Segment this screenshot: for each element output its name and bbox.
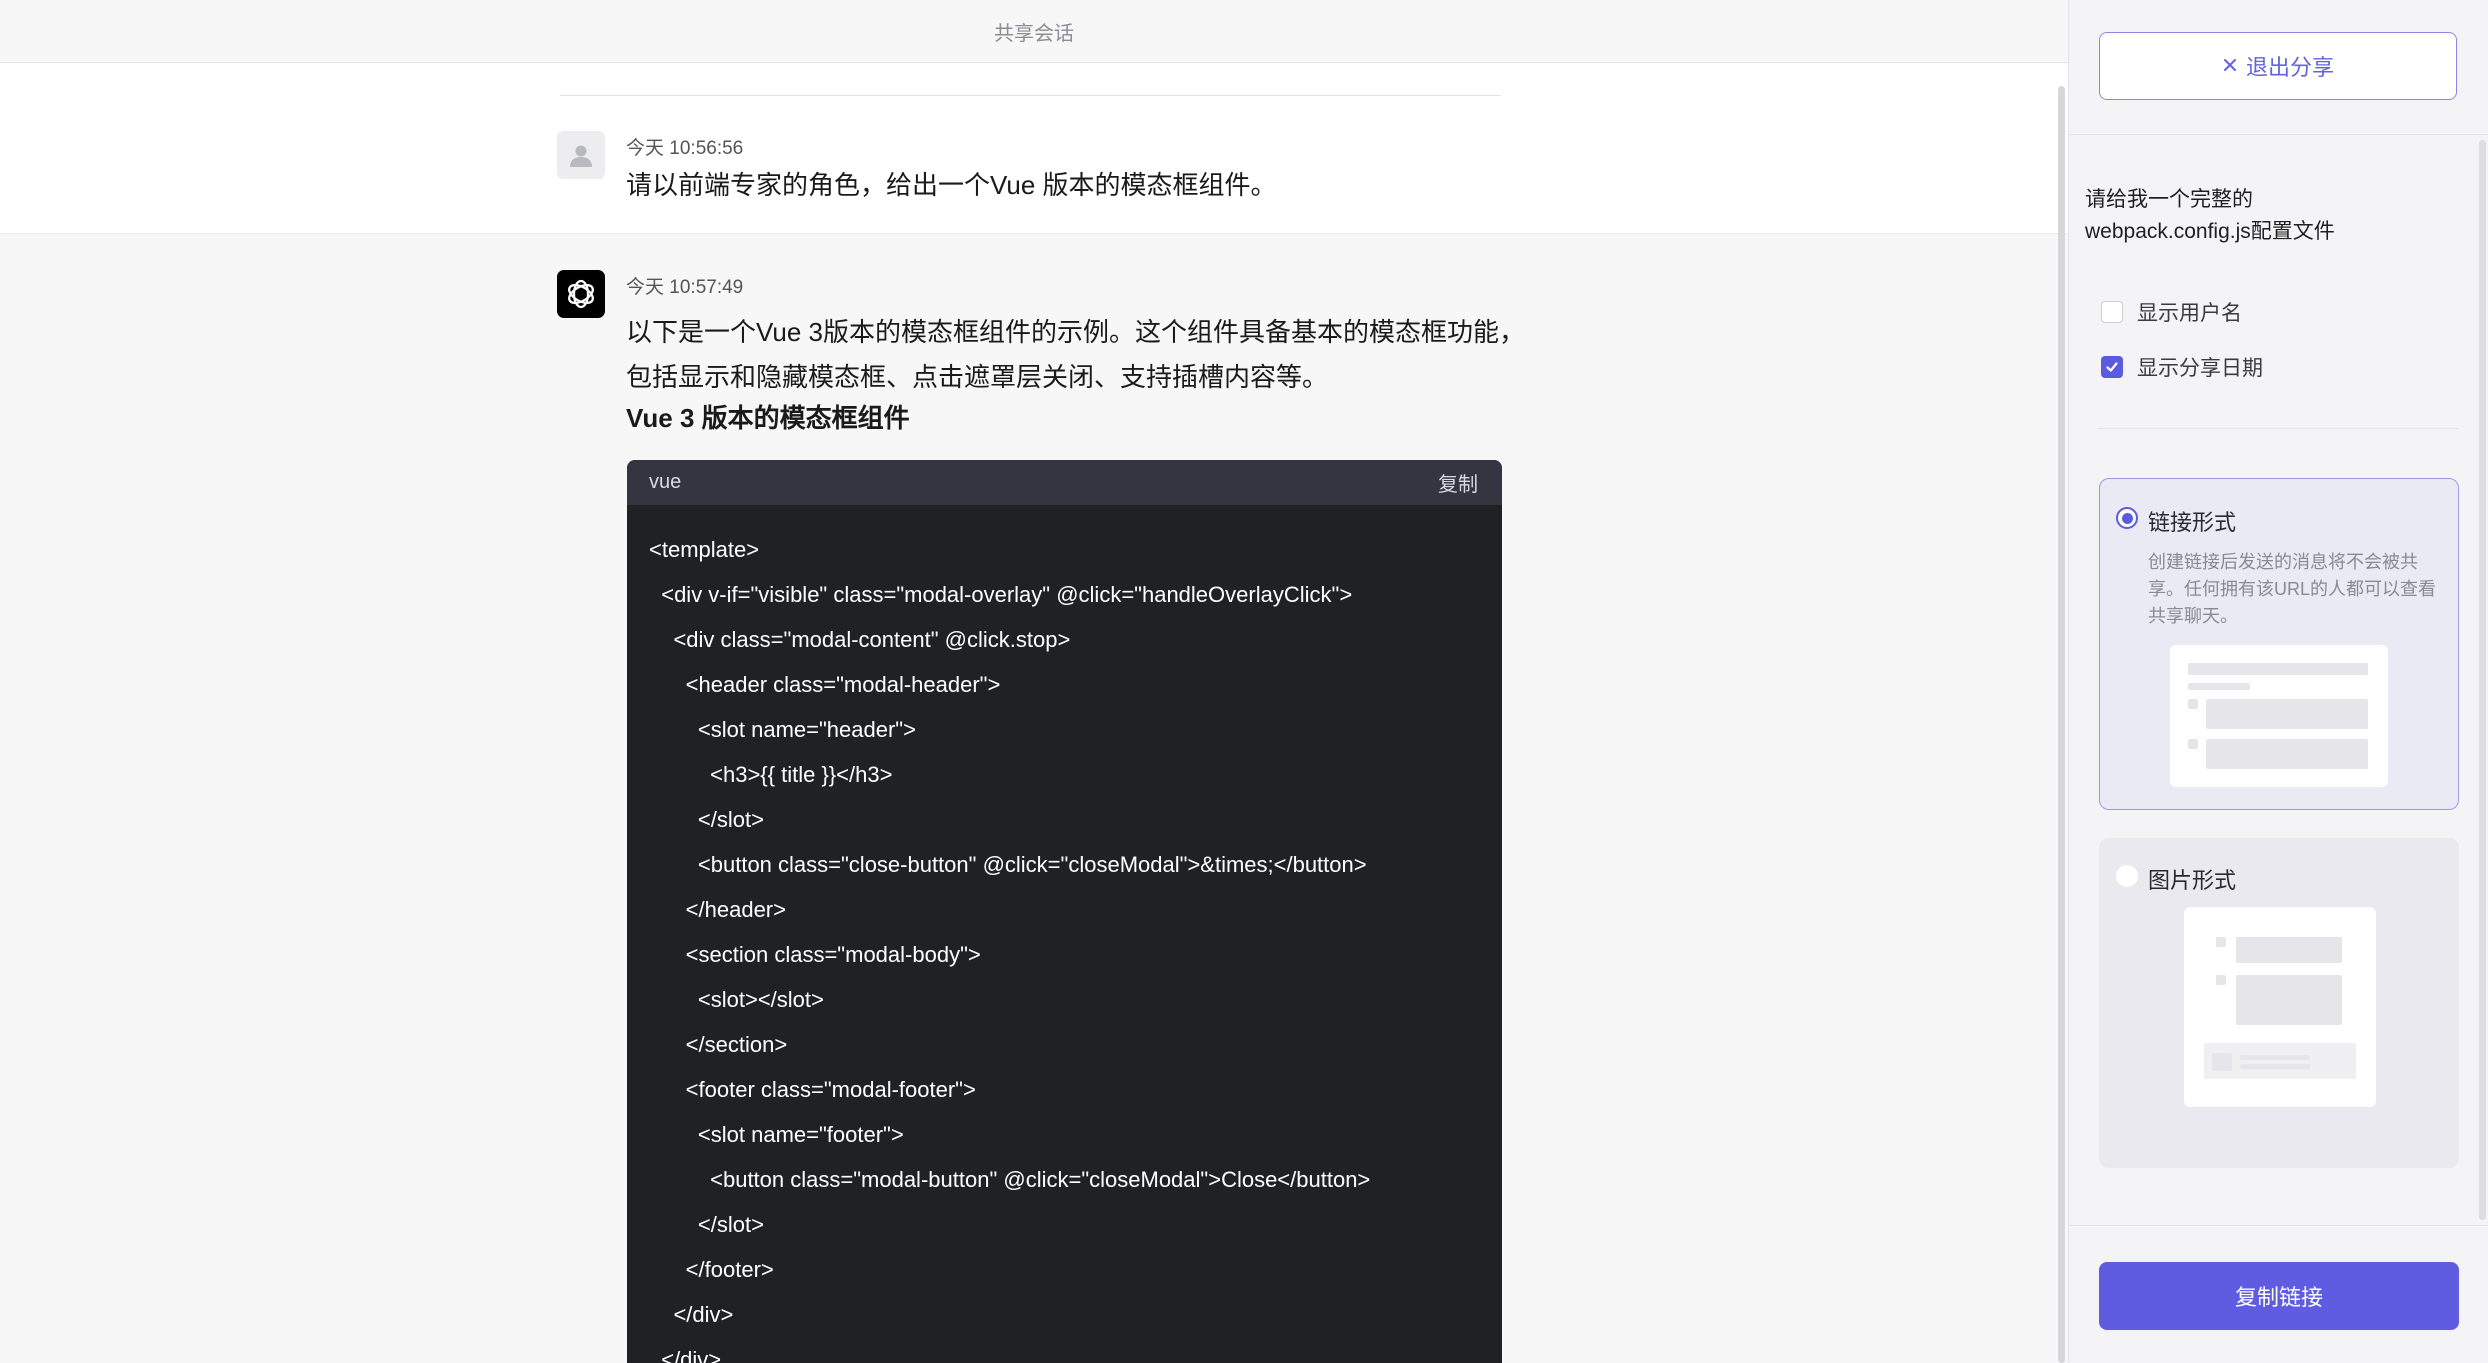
openai-logo-icon	[557, 270, 605, 318]
link-mode-radio[interactable]	[2116, 507, 2138, 529]
divider	[2097, 428, 2459, 429]
assistant-text-line: 包括显示和隐藏模态框、点击遮罩层关闭、支持插槽内容等。	[626, 362, 1329, 392]
check-icon	[2106, 362, 2118, 372]
conversation-area: 共享会话 今天 10:56:56 请以前端专家的角色，给出一个Vue 版本的模态…	[0, 0, 2068, 1363]
copy-link-button[interactable]: 复制链接	[2099, 1262, 2459, 1330]
page-title: 共享会话	[994, 22, 1074, 45]
divider	[2069, 134, 2488, 135]
main-scrollbar[interactable]	[2058, 86, 2065, 1363]
option-show-username[interactable]: 显示用户名	[2101, 297, 2242, 327]
code-line: <div class="modal-content" @click.stop>	[649, 627, 1071, 652]
share-title: 请给我一个完整的webpack.config.js配置文件	[2085, 188, 2335, 243]
close-icon	[2222, 53, 2238, 79]
code-line: </div>	[649, 1347, 722, 1363]
code-language: vue	[649, 471, 682, 493]
copy-code-button[interactable]: 复制	[1438, 468, 1478, 497]
code-line: </slot>	[649, 807, 764, 832]
show-date-checkbox[interactable]	[2101, 356, 2123, 378]
code-line: <h3>{{ title }}</h3>	[649, 762, 893, 787]
option-label: 显示用户名	[2137, 302, 2242, 325]
show-username-checkbox[interactable]	[2101, 301, 2123, 323]
code-line: <footer class="modal-footer">	[649, 1077, 976, 1102]
assistant-heading: Vue 3 版本的模态框组件	[626, 403, 910, 433]
code-block: vue 复制 <template> <div v-if="visible" cl…	[627, 460, 1502, 1363]
code-line: <slot name="header">	[649, 717, 916, 742]
code-line: <button class="modal-button" @click="clo…	[649, 1167, 1371, 1192]
assistant-message-timestamp: 今天 10:57:49	[626, 277, 744, 298]
user-message-text: 请以前端专家的角色，给出一个Vue 版本的模态框组件。	[626, 170, 1277, 200]
link-mode-illustration	[2170, 645, 2388, 787]
user-message-section: 今天 10:56:56 请以前端专家的角色，给出一个Vue 版本的模态框组件。	[0, 63, 2068, 234]
code-line: </header>	[649, 897, 786, 922]
image-mode-radio[interactable]	[2116, 865, 2138, 887]
exit-share-label: 退出分享	[2245, 55, 2334, 80]
divider	[2069, 1225, 2488, 1226]
panel-scrollbar[interactable]	[2479, 140, 2486, 1220]
link-mode-label: 链接形式	[2148, 510, 2237, 535]
user-avatar-icon	[557, 131, 605, 179]
code-line: </slot>	[649, 1212, 764, 1237]
image-mode-label: 图片形式	[2148, 868, 2237, 893]
code-line: <template>	[649, 537, 760, 562]
code-line: <section class="modal-body">	[649, 942, 981, 967]
user-message-timestamp: 今天 10:56:56	[626, 138, 744, 159]
code-line: </section>	[649, 1032, 788, 1057]
image-mode-illustration	[2184, 907, 2376, 1107]
link-mode-description: 创建链接后发送的消息将不会被共享。任何拥有该URL的人都可以查看共享聊天。	[2148, 552, 2437, 626]
code-line: </footer>	[649, 1257, 774, 1282]
code-line: <header class="modal-header">	[649, 672, 1001, 697]
code-line: <div v-if="visible" class="modal-overlay…	[649, 582, 1353, 607]
divider	[560, 95, 1501, 96]
option-show-date[interactable]: 显示分享日期	[2101, 352, 2263, 382]
assistant-text-line: 以下是一个Vue 3版本的模态框组件的示例。这个组件具备基本的模态框功能，	[626, 317, 1525, 347]
code-line: </div>	[649, 1302, 734, 1327]
link-mode-card[interactable]: 链接形式 创建链接后发送的消息将不会被共享。任何拥有该URL的人都可以查看共享聊…	[2099, 478, 2459, 810]
top-bar: 共享会话	[0, 0, 2068, 63]
code-block-header: vue 复制	[627, 460, 1502, 505]
code-line: <button class="close-button" @click="clo…	[649, 852, 1367, 877]
exit-share-button[interactable]: 退出分享	[2099, 32, 2457, 100]
option-label: 显示分享日期	[2137, 357, 2263, 380]
image-mode-card[interactable]: 图片形式	[2099, 838, 2459, 1168]
code-content: <template> <div v-if="visible" class="mo…	[627, 505, 1502, 1363]
share-panel: 退出分享 请给我一个完整的webpack.config.js配置文件 显示用户名…	[2068, 0, 2488, 1363]
code-line: <slot></slot>	[649, 987, 824, 1012]
code-line: <slot name="footer">	[649, 1122, 904, 1147]
